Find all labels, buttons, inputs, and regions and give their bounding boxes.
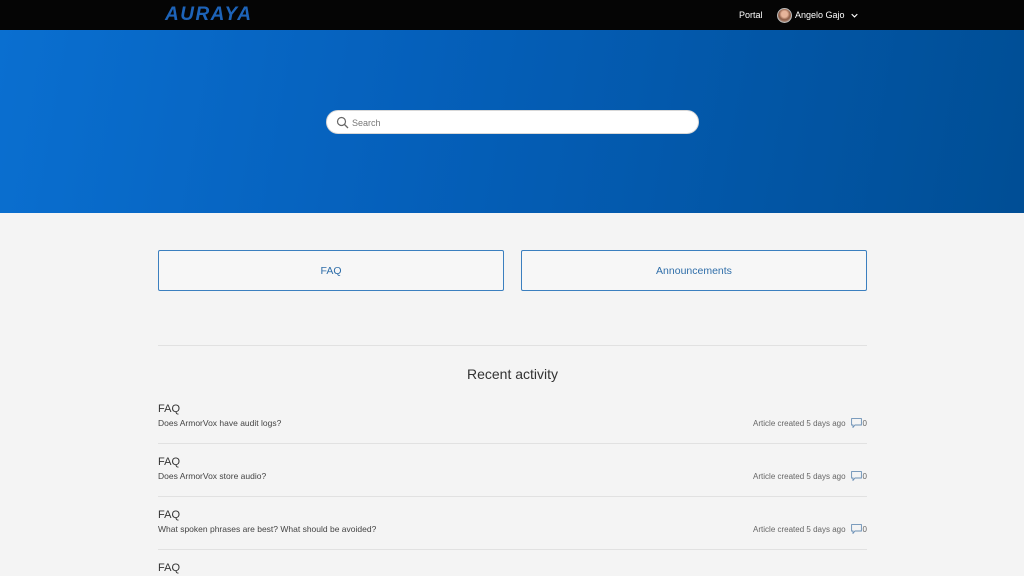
activity-meta-text: Article created 5 days ago (753, 418, 846, 428)
list-item: FAQ Does ArmorVox have audit logs? Artic… (158, 403, 867, 456)
activity-article-link[interactable]: What spoken phrases are best? What shoul… (158, 524, 376, 534)
search-bar[interactable] (326, 110, 699, 134)
activity-meta: Article created 5 days ago 0 (753, 524, 867, 535)
comment-count: 0 (862, 418, 867, 428)
activity-category-link[interactable]: FAQ (158, 509, 180, 521)
category-card-faq[interactable]: FAQ (158, 250, 504, 291)
search-input[interactable] (352, 114, 682, 131)
activity-meta-text: Article created 5 days ago (753, 524, 846, 534)
activity-meta: Article created 5 days ago 0 (753, 471, 867, 482)
list-divider (158, 549, 867, 550)
activity-category-link[interactable]: FAQ (158, 456, 180, 468)
user-name: Angelo Gajo (795, 10, 845, 20)
portal-link[interactable]: Portal (739, 10, 763, 20)
top-navigation-bar: AURAYA Portal Angelo Gajo (0, 0, 1024, 30)
comment-icon (850, 471, 862, 482)
list-item: FAQ Does ArmorVox store audio? Article c… (158, 456, 867, 509)
recent-activity-heading: Recent activity (466, 366, 559, 382)
activity-meta: Article created 5 days ago 0 (753, 418, 867, 429)
list-item: FAQ (158, 562, 867, 576)
search-icon (336, 116, 349, 129)
avatar (777, 7, 792, 23)
list-divider (158, 443, 867, 444)
comment-count: 0 (862, 524, 867, 534)
comment-icon (850, 418, 862, 429)
activity-category-link[interactable]: FAQ (158, 562, 180, 574)
chevron-down-icon (850, 12, 858, 19)
section-divider (158, 345, 867, 346)
activity-category-link[interactable]: FAQ (158, 403, 180, 415)
activity-meta-text: Article created 5 days ago (753, 471, 846, 481)
list-item: FAQ What spoken phrases are best? What s… (158, 509, 867, 562)
activity-article-link[interactable]: Does ArmorVox have audit logs? (158, 418, 281, 428)
comment-icon (850, 524, 862, 535)
list-divider (158, 496, 867, 497)
category-card-announcements[interactable]: Announcements (521, 250, 867, 291)
auraya-logo[interactable]: AURAYA (165, 4, 252, 26)
user-menu-button[interactable]: Angelo Gajo (777, 7, 858, 23)
activity-article-link[interactable]: Does ArmorVox store audio? (158, 471, 266, 481)
comment-count: 0 (862, 471, 867, 481)
